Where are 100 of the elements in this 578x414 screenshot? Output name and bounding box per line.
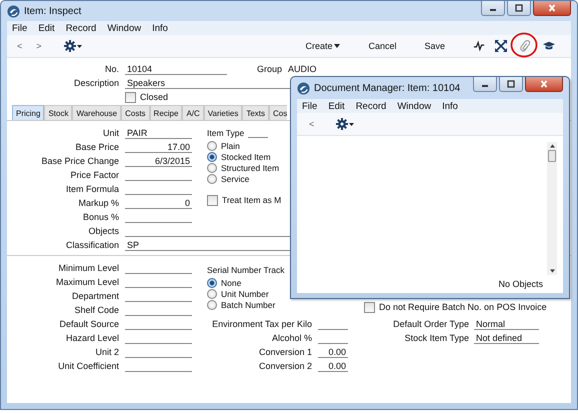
- field-label: Alcohol %: [272, 333, 312, 343]
- radio-button[interactable]: [207, 152, 217, 162]
- radio-label: Structured Item: [221, 162, 280, 172]
- field-label: Base Price Change: [40, 156, 119, 166]
- field-label: Objects: [87, 226, 119, 236]
- field-label: Hazard Level: [64, 333, 119, 343]
- tab[interactable]: Pricing: [12, 105, 44, 120]
- field-label: Conversion 1: [258, 347, 312, 357]
- checkbox-label: Closed: [140, 92, 168, 102]
- radio-button[interactable]: [207, 174, 217, 184]
- tab[interactable]: A/C: [182, 105, 204, 120]
- maximize-icon: [506, 80, 516, 88]
- menu-item[interactable]: File: [12, 22, 28, 34]
- close-icon: [547, 4, 557, 12]
- tab[interactable]: Texts: [242, 105, 269, 120]
- checkbox[interactable]: [364, 302, 375, 312]
- tab[interactable]: Recipe: [150, 105, 182, 120]
- menu-item[interactable]: Edit: [328, 100, 345, 112]
- checkbox[interactable]: [207, 194, 218, 206]
- radio-label: Unit Number: [221, 288, 269, 298]
- nav-arrow-button[interactable]: <: [309, 119, 314, 129]
- minimize-button[interactable]: [473, 77, 497, 92]
- scroll-up-icon[interactable]: [550, 144, 554, 148]
- tab[interactable]: Costs: [121, 105, 150, 120]
- close-icon: [539, 80, 549, 88]
- field-label: Unit 2: [94, 347, 119, 357]
- radio-label: Plain: [221, 140, 240, 150]
- radio-button[interactable]: [207, 300, 217, 310]
- settings-menu-button[interactable]: [336, 118, 356, 130]
- field-label: Markup %: [77, 198, 119, 208]
- radio-label: Batch Number: [221, 300, 276, 310]
- minimize-button[interactable]: [481, 1, 505, 16]
- nav-arrow-button[interactable]: >: [36, 41, 42, 51]
- menu-item[interactable]: Info: [442, 100, 458, 112]
- close-button[interactable]: [533, 1, 571, 16]
- field-label: Maximum Level: [54, 277, 119, 287]
- field-label: Description: [72, 78, 119, 88]
- caret-icon: [334, 44, 340, 48]
- menu-item[interactable]: Window: [107, 22, 142, 34]
- text-field[interactable]: Normal: [474, 318, 539, 330]
- menu-item[interactable]: Record: [356, 100, 386, 112]
- radio-button[interactable]: [207, 288, 217, 298]
- radio-label: None: [221, 278, 242, 288]
- close-button[interactable]: [525, 77, 563, 92]
- text-field[interactable]: 6/3/2015: [125, 155, 192, 167]
- field-label: Minimum Level: [57, 263, 119, 273]
- scroll-thumb[interactable]: [548, 150, 556, 162]
- field-label: Default Order Type: [392, 319, 469, 329]
- text-field[interactable]: Not defined: [474, 332, 539, 344]
- maximize-button[interactable]: [499, 77, 523, 92]
- menu-item[interactable]: Edit: [38, 22, 55, 34]
- toolbar-button[interactable]: Cancel: [368, 41, 396, 51]
- text-field[interactable]: 0.00: [318, 346, 348, 358]
- toolbar-button[interactable]: Save: [424, 41, 445, 51]
- nav-arrow-button[interactable]: <: [17, 41, 22, 51]
- menu-item[interactable]: Record: [66, 22, 96, 34]
- menu-item[interactable]: Window: [397, 100, 432, 112]
- tab[interactable]: Cos: [269, 105, 288, 120]
- radio-button[interactable]: [207, 162, 217, 172]
- field-label: Group: [257, 64, 282, 74]
- field-label: Department: [70, 291, 119, 301]
- app-logo-icon: [297, 82, 310, 94]
- highlight-circle: [510, 32, 538, 58]
- tab[interactable]: Warehouse: [72, 105, 122, 120]
- graduation-cap-icon[interactable]: [543, 40, 555, 52]
- menu-item[interactable]: File: [302, 100, 318, 112]
- text-field[interactable]: 10104: [125, 63, 227, 75]
- settings-menu-button[interactable]: [64, 40, 84, 52]
- radio-label: Stocked Item: [221, 152, 271, 162]
- text-field[interactable]: 0.00: [318, 360, 348, 372]
- radio-label: Service: [221, 174, 250, 184]
- pulse-icon[interactable]: [473, 40, 485, 52]
- tab[interactable]: Stock: [44, 105, 72, 120]
- menu-item[interactable]: Info: [152, 22, 168, 34]
- maximize-button[interactable]: [507, 1, 531, 16]
- text-field[interactable]: AUDIO: [288, 64, 317, 74]
- field-label: Unit: [102, 128, 119, 138]
- radio-button[interactable]: [207, 140, 217, 150]
- status-text: No Objects: [497, 278, 544, 289]
- tab[interactable]: Varieties: [204, 105, 242, 120]
- field-label: Price Factor: [69, 170, 119, 180]
- paperclip-icon[interactable]: [519, 40, 531, 52]
- app-logo-icon: [7, 4, 20, 18]
- checkbox-label: Treat Item as M: [222, 195, 282, 205]
- checkbox[interactable]: [125, 92, 136, 102]
- group-label: Serial Number Track: [207, 265, 286, 277]
- window-title: Item: Inspect: [24, 6, 82, 16]
- checkbox-label: Do not Require Batch No. on POS Invoice: [379, 302, 547, 312]
- create-menu-button[interactable]: Create: [305, 41, 340, 51]
- field-label: Conversion 2: [258, 361, 312, 371]
- field-label: Bonus %: [82, 212, 119, 222]
- text-field[interactable]: 17.00: [125, 141, 192, 153]
- scroll-down-icon[interactable]: [550, 269, 554, 273]
- text-field[interactable]: 0: [125, 197, 192, 209]
- text-field[interactable]: PAIR: [125, 127, 192, 139]
- expand-icon[interactable]: [495, 40, 507, 52]
- field-label: Classification: [64, 240, 119, 250]
- radio-button[interactable]: [207, 278, 217, 288]
- group-label: Item Type: [207, 128, 244, 138]
- scrollbar[interactable]: [547, 142, 557, 275]
